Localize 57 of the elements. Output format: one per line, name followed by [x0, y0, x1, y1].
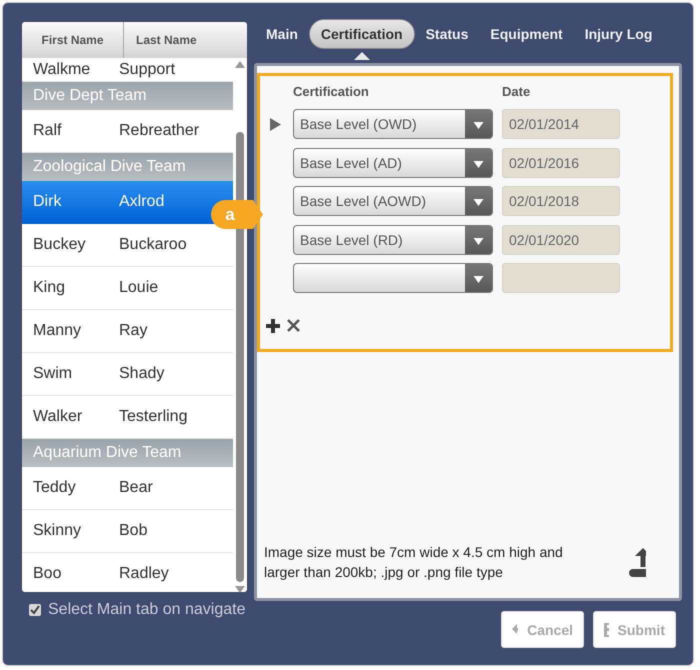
first-name: Boo [33, 566, 62, 582]
certification-dropdown[interactable]: Base Level (RD) [293, 224, 493, 254]
first-name: Ralf [33, 123, 62, 139]
column-header: Certification [293, 84, 370, 99]
image-note: Image size must be 7cm wide x 4.5 cm high and larger than 200kb; .jpg or .png file type [264, 543, 564, 582]
last-name: Support [119, 62, 176, 78]
scrollbar[interactable] [233, 58, 247, 592]
tab[interactable]: Equipment [479, 20, 574, 48]
checkbox-label[interactable]: Select Main tab on navigate [48, 601, 246, 619]
first-name: Walkme [33, 62, 92, 78]
certification-dropdown[interactable]: Base Level (AOWD) [293, 186, 493, 216]
delete-icon[interactable] [286, 318, 301, 332]
upload-icon[interactable] [628, 547, 646, 577]
last-name: Louie [119, 280, 160, 296]
caret-icon [465, 110, 492, 138]
last-name: Axlrod [119, 194, 166, 210]
caret-icon [465, 226, 492, 254]
caret-icon [465, 148, 492, 176]
first-name: Buckey [33, 237, 86, 253]
date-field[interactable] [502, 263, 620, 293]
first-name: Skinny [33, 523, 82, 539]
date-field[interactable]: 02/01/2016 [502, 148, 620, 178]
last-name: Bear [119, 480, 154, 496]
first-name: King [33, 280, 66, 296]
column-header[interactable]: Last Name [124, 22, 247, 58]
certification-dropdown[interactable]: Base Level (OWD) [293, 109, 493, 139]
date-field[interactable]: 02/01/2018 [502, 186, 620, 216]
first-name: Walker [33, 409, 84, 425]
group-header: Dive Dept Team [22, 82, 233, 110]
group-header: Zoological Dive Team [22, 153, 233, 181]
scroll-down-icon[interactable] [235, 586, 245, 592]
certification-dropdown[interactable]: Base Level (AD) [293, 148, 493, 178]
date-field[interactable]: 02/01/2020 [502, 224, 620, 254]
first-name: Swim [33, 366, 74, 382]
column-header: Date [502, 84, 532, 99]
last-name: Ray [119, 323, 148, 339]
add-icon[interactable] [265, 318, 281, 334]
scrollbar-thumb[interactable] [236, 132, 244, 582]
last-name: Rebreather [119, 123, 200, 139]
first-name: Teddy [33, 480, 77, 496]
last-name: Buckaroo [119, 237, 188, 253]
certification-dropdown[interactable] [293, 263, 493, 293]
tab[interactable]: Injury Log [574, 20, 664, 48]
checkbox[interactable] [29, 604, 41, 616]
scroll-up-icon[interactable] [235, 61, 245, 68]
last-name: Radley [119, 566, 170, 582]
first-name: Manny [33, 323, 82, 339]
group-header: Aquarium Dive Team [22, 439, 233, 467]
caret-icon [465, 187, 492, 215]
last-name: Shady [119, 366, 166, 382]
date-field[interactable]: 02/01/2014 [502, 109, 620, 139]
tab[interactable]: Status [414, 20, 480, 48]
caret-icon [465, 264, 492, 292]
first-name: Dirk [33, 194, 62, 210]
last-name: Testerling [119, 409, 188, 425]
tab[interactable]: Main [255, 20, 309, 48]
last-name: Bob [119, 523, 148, 539]
